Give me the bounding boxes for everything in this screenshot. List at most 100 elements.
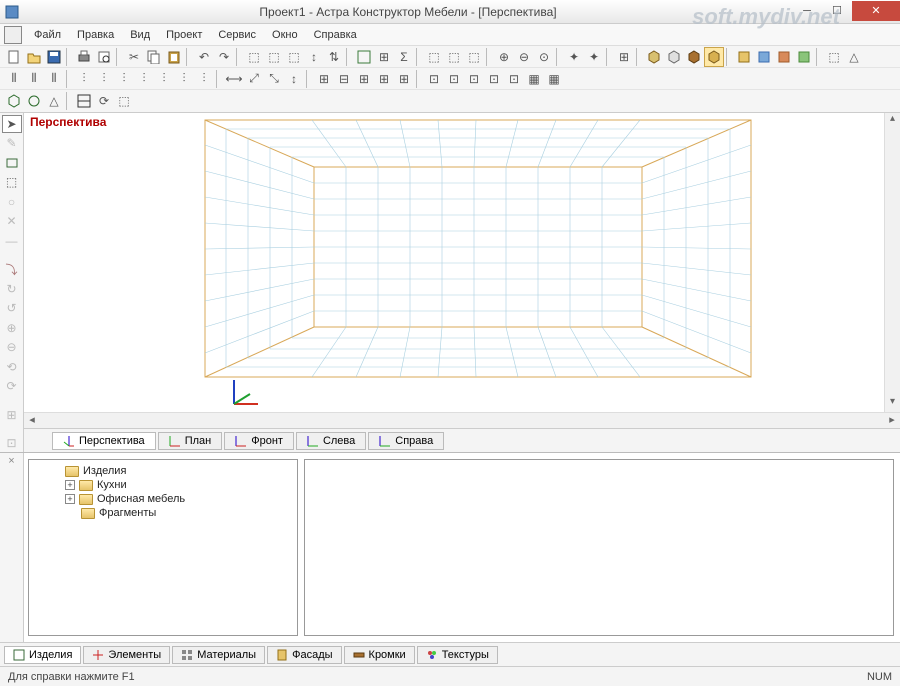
expand-icon[interactable]: + [65,494,75,504]
tool-icon[interactable] [754,47,774,67]
tool-icon[interactable] [354,47,374,67]
tool-icon[interactable]: ⤵ [2,261,22,278]
tool-icon[interactable]: ⟳ [94,91,114,111]
close-button[interactable]: ✕ [852,1,900,21]
align-icon[interactable]: ⫴ [24,69,44,89]
cube-icon[interactable] [684,47,704,67]
menu-project[interactable]: Проект [158,27,210,43]
tool-icon[interactable]: ✦ [564,47,584,67]
tool-icon[interactable]: ↺ [2,300,22,317]
layout-icon[interactable]: ⊞ [374,69,394,89]
tool-icon[interactable]: ✦ [584,47,604,67]
menu-window[interactable]: Окно [264,27,306,43]
align-icon[interactable]: ⫴ [44,69,64,89]
cube-icon[interactable] [704,47,724,67]
cube-icon[interactable] [664,47,684,67]
minimize-button[interactable]: ─ [792,1,822,21]
tool-icon[interactable]: Σ [394,47,414,67]
align-icon[interactable]: ⫶ [94,69,114,89]
vertical-scrollbar[interactable]: ▴▾ [884,113,900,412]
tool-icon[interactable]: ○ [2,193,22,210]
tool-icon[interactable]: ⊕ [2,319,22,336]
layout-icon[interactable]: ⊟ [334,69,354,89]
tool-icon[interactable]: ⬚ [114,91,134,111]
tool-icon[interactable] [734,47,754,67]
dim-icon[interactable]: ⟷ [224,69,244,89]
viewport[interactable]: Перспектива [24,113,900,412]
btab-textures[interactable]: Текстуры [417,646,498,664]
tab-perspective[interactable]: Перспектива [52,432,156,450]
tool-icon[interactable]: ⊡ [2,435,22,452]
align-icon[interactable]: ⫶ [134,69,154,89]
btab-materials[interactable]: Материалы [172,646,265,664]
control-menu-icon[interactable] [4,26,22,44]
tool-icon[interactable]: ⬚ [2,174,22,191]
tool-icon[interactable]: ✎ [2,135,22,152]
layout-icon[interactable]: ⊡ [504,69,524,89]
dim-icon[interactable]: ⤢ [244,69,264,89]
tool-icon[interactable]: ⊞ [2,406,22,423]
tree-root[interactable]: Изделия [49,464,293,478]
align-icon[interactable]: ⫶ [74,69,94,89]
align-icon[interactable]: ⫶ [154,69,174,89]
layout-icon[interactable]: ⊡ [464,69,484,89]
panel-close-button[interactable]: × [0,453,24,642]
tool-icon[interactable]: △ [844,47,864,67]
zoom-fit-icon[interactable]: ⊙ [534,47,554,67]
tool-icon[interactable]: ⊞ [374,47,394,67]
tool-icon[interactable]: ⬚ [444,47,464,67]
cut-icon[interactable]: ✂ [124,47,144,67]
tool-icon[interactable]: ⟲ [2,358,22,375]
redo-icon[interactable]: ↷ [214,47,234,67]
tree-item[interactable]: +Офисная мебель [65,492,293,506]
menu-view[interactable]: Вид [122,27,158,43]
zoom-in-icon[interactable]: ⊕ [494,47,514,67]
tool-icon[interactable]: ↻ [2,280,22,297]
tab-left[interactable]: Слева [296,432,366,450]
tool-icon[interactable]: ⬚ [464,47,484,67]
tool-icon[interactable] [774,47,794,67]
tool-icon[interactable]: ⟳ [2,378,22,395]
tab-front[interactable]: Фронт [224,432,294,450]
print-icon[interactable] [74,47,94,67]
btab-facades[interactable]: Фасады [267,646,341,664]
shape-icon[interactable]: △ [44,91,64,111]
undo-icon[interactable]: ↶ [194,47,214,67]
print-preview-icon[interactable] [94,47,114,67]
tool-icon[interactable]: ⬚ [244,47,264,67]
library-tree[interactable]: Изделия +Кухни +Офисная мебель Фрагменты [28,459,298,636]
tool-icon[interactable]: ⊖ [2,339,22,356]
cube-icon[interactable] [644,47,664,67]
pointer-icon[interactable]: ➤ [2,115,22,133]
rect-icon[interactable] [2,154,22,171]
dim-icon[interactable]: ↕ [284,69,304,89]
new-icon[interactable] [4,47,24,67]
layout-icon[interactable]: ⊞ [314,69,334,89]
tool-icon[interactable]: ↕ [304,47,324,67]
zoom-out-icon[interactable]: ⊖ [514,47,534,67]
btab-edges[interactable]: Кромки [344,646,415,664]
align-icon[interactable]: ⫶ [114,69,134,89]
tool-icon[interactable] [74,91,94,111]
align-icon[interactable]: ⫶ [174,69,194,89]
layout-icon[interactable]: ⊞ [354,69,374,89]
layout-icon[interactable]: ⊡ [484,69,504,89]
menu-help[interactable]: Справка [306,27,365,43]
tree-item[interactable]: Фрагменты [65,506,293,520]
menu-service[interactable]: Сервис [210,27,264,43]
layout-icon[interactable]: ⊞ [394,69,414,89]
layout-icon[interactable]: ⊡ [424,69,444,89]
tool-icon[interactable] [794,47,814,67]
layout-icon[interactable]: ⊡ [444,69,464,89]
horizontal-scrollbar[interactable]: ◂▸ [24,412,900,428]
btab-elements[interactable]: Элементы [83,646,170,664]
maximize-button[interactable]: ☐ [822,1,852,21]
tab-plan[interactable]: План [158,432,223,450]
layout-icon[interactable]: ▦ [524,69,544,89]
tool-icon[interactable]: ⊞ [614,47,634,67]
copy-icon[interactable] [144,47,164,67]
tool-icon[interactable]: ⬚ [264,47,284,67]
tool-icon[interactable]: ⬚ [824,47,844,67]
tool-icon[interactable]: — [2,232,22,249]
tool-icon[interactable]: ⬚ [424,47,444,67]
